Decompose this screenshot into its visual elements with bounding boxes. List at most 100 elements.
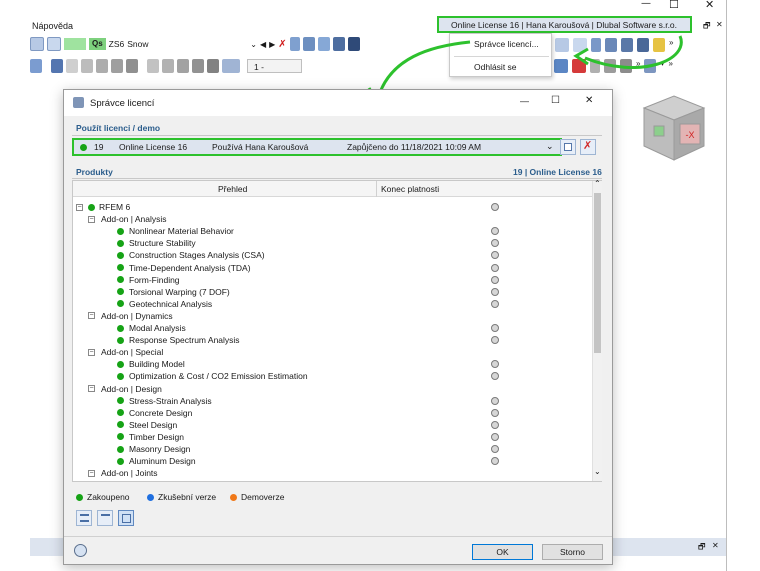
clock-icon: [491, 420, 499, 429]
clock-icon: [491, 324, 499, 332]
status-dot-icon: [117, 239, 124, 247]
tree-row-item[interactable]: Geotechnical Analysis: [73, 298, 592, 310]
clock-icon: [491, 299, 499, 308]
tree-row-label: Building Model: [129, 359, 185, 370]
tree-expander-icon[interactable]: −: [76, 203, 83, 211]
tree-row-group[interactable]: − Add-on | Joints: [73, 467, 592, 479]
clock-icon: [491, 360, 499, 369]
tree-expander-icon[interactable]: −: [88, 312, 95, 320]
license-lease: Zapůjčeno do 11/18/2021 10:09 AM: [347, 142, 482, 152]
clock-icon: [491, 227, 499, 236]
bottom-pane-close-icon[interactable]: ✕: [712, 541, 719, 550]
tree-row-item[interactable]: Torsional Warping (7 DOF): [73, 286, 592, 298]
toggle-view-button[interactable]: [118, 510, 134, 526]
tree-row-label: Form-Finding: [129, 274, 180, 285]
status-dot-icon: [117, 397, 124, 405]
tree-row-group[interactable]: − Add-on | Special: [73, 346, 592, 358]
license-table-button[interactable]: [560, 139, 576, 155]
tree-row-label: Stress-Strain Analysis: [129, 395, 212, 406]
tree-row-label: Add-on | Analysis: [101, 214, 167, 225]
dialog-minimize-button[interactable]: —: [520, 96, 529, 106]
products-group-title: Produkty: [76, 167, 113, 177]
products-group-divider: [72, 178, 602, 179]
tree-row-item[interactable]: Nonlinear Material Behavior: [73, 225, 592, 237]
clock-icon: [491, 275, 499, 284]
use-license-group-divider: [72, 135, 602, 136]
clock-icon: [491, 408, 499, 417]
legend-label-purchased: Zakoupeno: [87, 492, 130, 502]
license-delete-button[interactable]: ✗: [580, 139, 596, 155]
tree-row-label: Add-on | Dynamics: [101, 310, 173, 321]
tree-row-item[interactable]: Time-Dependent Analysis (TDA): [73, 262, 592, 274]
tree-row-item[interactable]: Construction Stages Analysis (CSA): [73, 249, 592, 261]
tree-expander-icon[interactable]: −: [88, 215, 95, 223]
status-dot-icon: [117, 276, 124, 284]
tree-row-label: Construction Stages Analysis (CSA): [129, 250, 265, 261]
tree-row-item[interactable]: Form-Finding: [73, 274, 592, 286]
delete-icon: ✗: [583, 140, 593, 152]
license-user: Používá Hana Karoušová: [212, 142, 309, 152]
tree-row-label: Aluminum Design: [129, 456, 196, 467]
tree-row-group[interactable]: − Add-on | Design: [73, 383, 592, 395]
globe-icon[interactable]: [74, 544, 87, 557]
license-manager-dialog: Správce licencí — ☐ ✕ Použít licenci / d…: [63, 89, 613, 565]
license-status-dot: [80, 144, 87, 151]
expand-all-icon: [80, 514, 89, 522]
status-dot-icon: [117, 336, 124, 344]
dialog-footer-divider: [64, 536, 612, 537]
tree-expander-icon[interactable]: −: [88, 348, 95, 356]
tree-row-label: Add-on | Special: [101, 347, 164, 358]
tree-row-label: Nonlinear Material Behavior: [129, 226, 234, 237]
tree-row-item[interactable]: Timber Design: [73, 431, 592, 443]
scroll-down-icon[interactable]: ⌄: [594, 467, 601, 476]
tree-row-label: Masonry Design: [129, 444, 191, 454]
tree-row-item[interactable]: Concrete Design: [73, 407, 592, 419]
status-dot-icon: [117, 409, 124, 417]
license-selector[interactable]: 19 Online License 16 Používá Hana Karouš…: [72, 138, 562, 156]
status-dot-icon: [117, 421, 124, 429]
status-dot-icon: [117, 300, 124, 308]
cancel-button[interactable]: Storno: [542, 544, 603, 560]
column-header-expiry[interactable]: Konec platnosti: [381, 184, 439, 194]
dialog-close-button[interactable]: ✕: [585, 95, 593, 106]
tree-row-item[interactable]: Steel Design: [73, 419, 592, 431]
clock-icon: [491, 445, 499, 453]
dialog-maximize-button[interactable]: ☐: [551, 95, 560, 106]
tree-row-label: Steel Design: [129, 419, 178, 430]
legend-dot-purchased: [76, 494, 83, 501]
tree-row-item[interactable]: Modal Analysis: [73, 322, 592, 334]
clock-icon: [491, 432, 499, 441]
tree-expander-icon[interactable]: −: [88, 469, 95, 477]
clock-icon: [491, 239, 499, 248]
view-cube[interactable]: -X: [636, 90, 712, 168]
chevron-down-icon[interactable]: ⌄: [546, 141, 554, 152]
tree-row-item[interactable]: Response Spectrum Analysis: [73, 334, 592, 346]
collapse-all-button[interactable]: [97, 510, 113, 526]
status-dot-icon: [117, 445, 124, 453]
license-name: Online License 16: [119, 142, 188, 152]
column-header-overview[interactable]: Přehled: [218, 184, 247, 194]
tree-row-group[interactable]: − Add-on | Dynamics: [73, 310, 592, 322]
dialog-title: Správce licencí: [90, 98, 155, 109]
tree-row-item[interactable]: Structure Stability: [73, 237, 592, 249]
ok-button[interactable]: OK: [472, 544, 533, 560]
scroll-thumb[interactable]: [594, 193, 601, 353]
clock-icon: [491, 457, 499, 466]
tree-row-item[interactable]: Optimization & Cost / CO2 Emission Estim…: [73, 370, 592, 382]
tree-row-group[interactable]: − Add-on | Analysis: [73, 213, 592, 225]
view-cube-axis-label: -X: [686, 130, 695, 140]
bottom-pane-restore-icon[interactable]: 🗗: [698, 541, 706, 555]
expand-all-button[interactable]: [76, 510, 92, 526]
tree-row-item[interactable]: Stress-Strain Analysis: [73, 395, 592, 407]
status-dot-icon: [117, 227, 124, 235]
tree-row-item[interactable]: Masonry Design: [73, 443, 592, 455]
clock-icon: [491, 263, 499, 272]
use-license-group-title: Použít licenci / demo: [76, 123, 161, 133]
tree-row-item[interactable]: Building Model: [73, 358, 592, 370]
tree-row-item[interactable]: Aluminum Design: [73, 455, 592, 467]
clock-icon: [491, 336, 499, 345]
scroll-up-icon[interactable]: ⌃: [594, 179, 601, 188]
tree-scrollbar[interactable]: ⌃ ⌄: [592, 179, 602, 481]
tree-row-product[interactable]: − RFEM 6: [73, 201, 592, 213]
tree-expander-icon[interactable]: −: [88, 385, 95, 392]
